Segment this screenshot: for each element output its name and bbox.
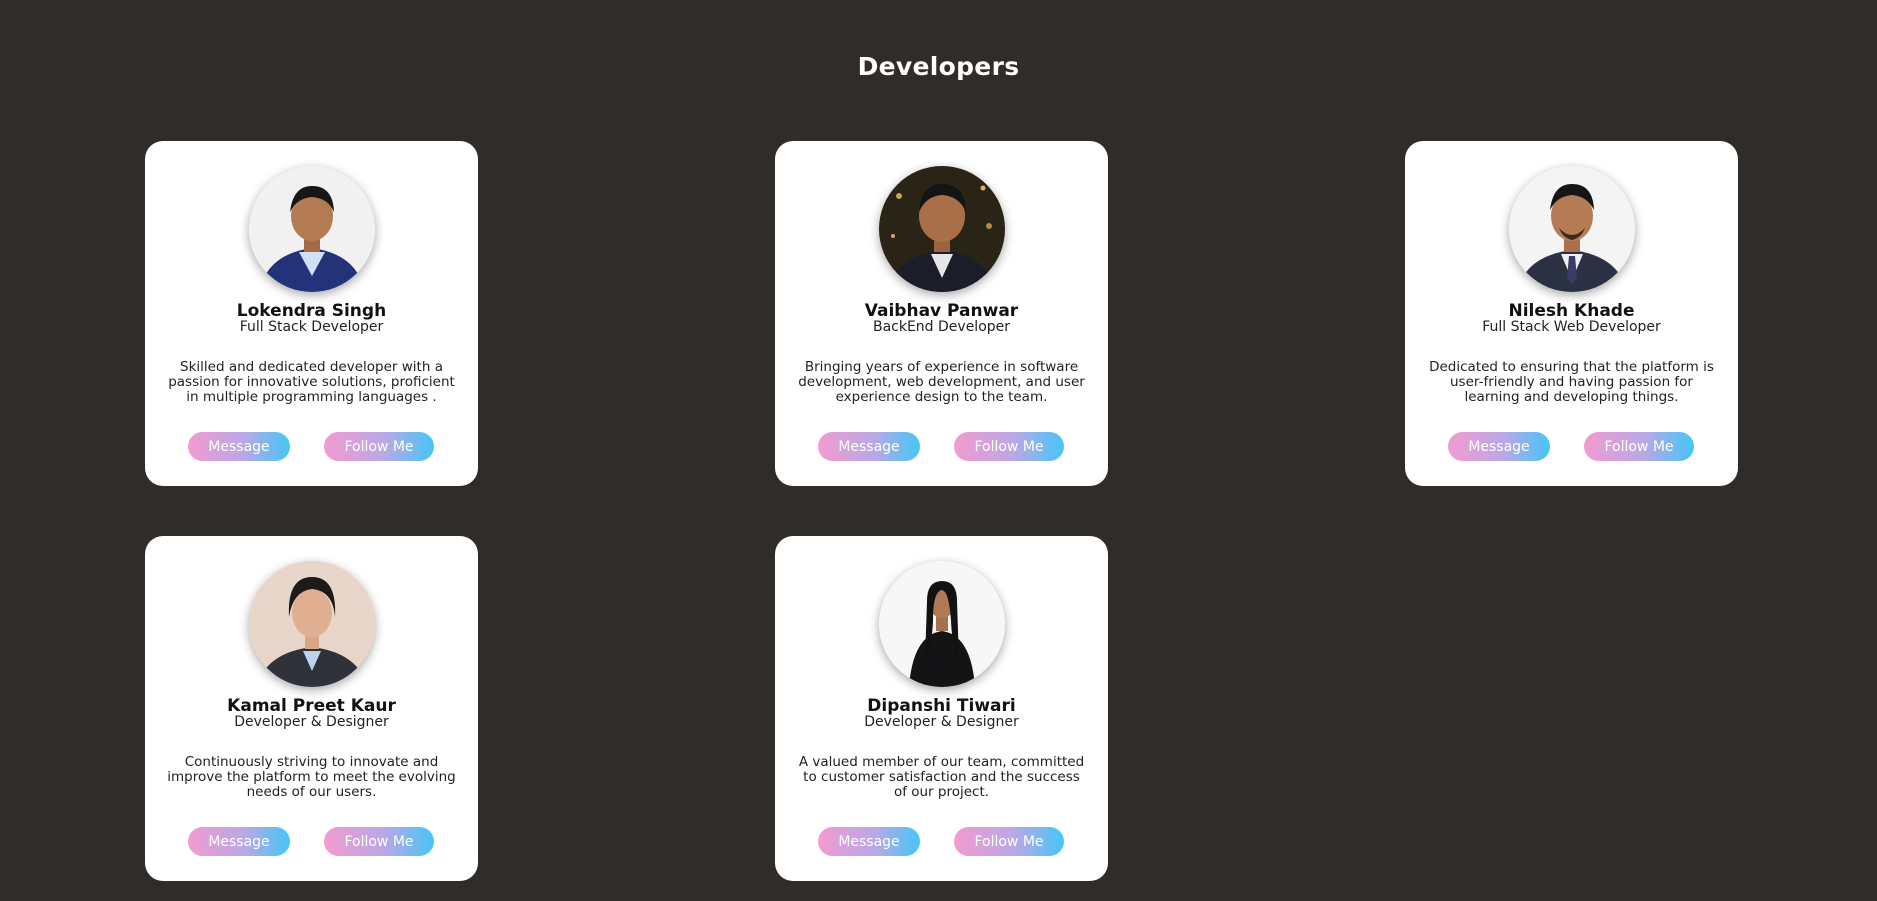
avatar (879, 561, 1005, 687)
follow-button[interactable]: Follow Me (954, 827, 1064, 856)
developer-name: Lokendra Singh (236, 301, 387, 321)
developer-card: Kamal Preet Kaur Developer & Designer Co… (145, 536, 478, 881)
avatar (1509, 166, 1635, 292)
developer-card: Lokendra Singh Full Stack Developer Skil… (145, 141, 478, 486)
developer-card: Dipanshi Tiwari Developer & Designer A v… (775, 536, 1108, 881)
developer-bio: A valued member of our team, committed t… (798, 754, 1085, 800)
follow-button[interactable]: Follow Me (1584, 432, 1694, 461)
follow-button[interactable]: Follow Me (954, 432, 1064, 461)
message-button[interactable]: Message (1448, 432, 1550, 461)
developer-role: Full Stack Developer (239, 319, 384, 335)
developer-bio: Bringing years of experience in software… (798, 359, 1085, 405)
developer-name: Vaibhav Panwar (864, 301, 1019, 321)
follow-button[interactable]: Follow Me (324, 827, 434, 856)
developer-bio: Skilled and dedicated developer with a p… (168, 359, 455, 405)
developer-name: Nilesh Khade (1508, 301, 1635, 321)
developer-name: Dipanshi Tiwari (867, 696, 1016, 716)
message-button[interactable]: Message (818, 432, 920, 461)
developer-role: Developer & Designer (864, 714, 1019, 730)
developer-role: Full Stack Web Developer (1482, 319, 1661, 335)
developer-bio: Continuously striving to innovate and im… (167, 754, 456, 800)
developer-role: BackEnd Developer (872, 319, 1011, 335)
page-title: Developers (857, 52, 1020, 81)
avatar (879, 166, 1005, 292)
developer-role: Developer & Designer (234, 714, 389, 730)
developer-name: Kamal Preet Kaur (227, 696, 396, 716)
avatar (249, 561, 375, 687)
developer-card: Nilesh Khade Full Stack Web Developer De… (1405, 141, 1738, 486)
developer-card: Vaibhav Panwar BackEnd Developer Bringin… (775, 141, 1108, 486)
avatar (249, 166, 375, 292)
message-button[interactable]: Message (188, 432, 290, 461)
message-button[interactable]: Message (818, 827, 920, 856)
follow-button[interactable]: Follow Me (324, 432, 434, 461)
developer-bio: Dedicated to ensuring that the platform … (1429, 359, 1714, 405)
message-button[interactable]: Message (188, 827, 290, 856)
